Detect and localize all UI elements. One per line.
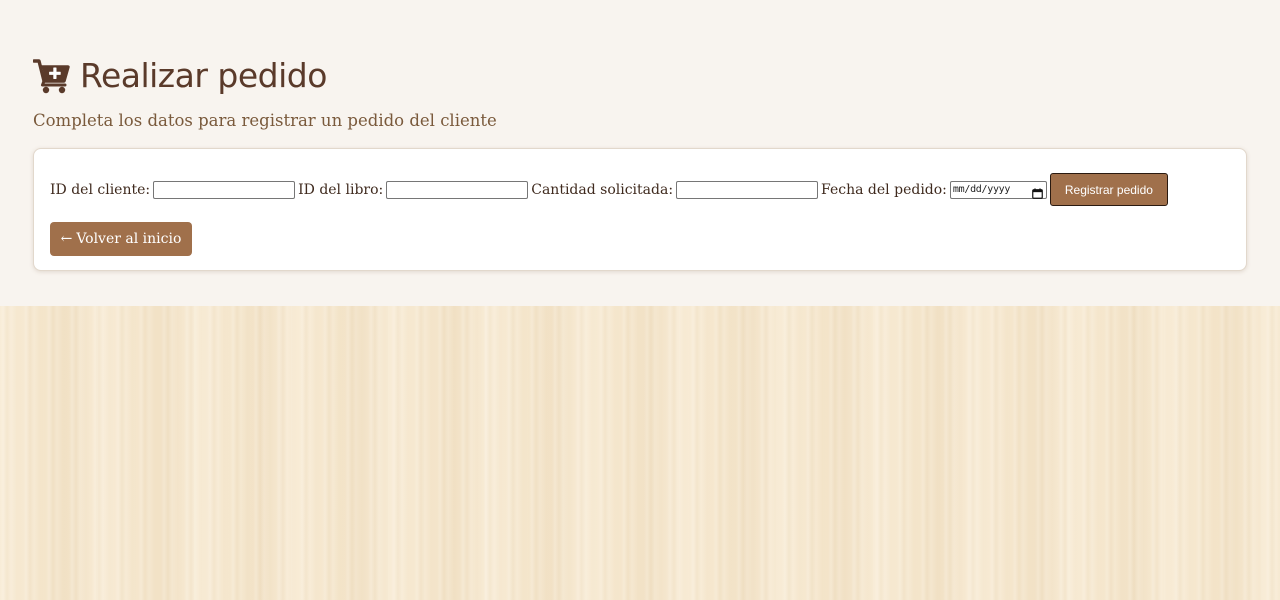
left-arrow-icon: ← xyxy=(60,231,73,247)
page-title: Realizar pedido xyxy=(80,56,327,95)
page-header: Realizar pedido xyxy=(32,56,327,96)
quantity-input[interactable] xyxy=(676,180,819,199)
page-subtitle: Completa los datos para registrar un ped… xyxy=(33,111,497,130)
book-id-input[interactable] xyxy=(386,180,529,199)
order-form-row: ID del cliente: ID del libro: Cantidad s… xyxy=(50,173,1168,206)
quantity-label: Cantidad solicitada: xyxy=(531,181,674,198)
client-id-input[interactable] xyxy=(153,180,296,199)
client-id-label: ID del cliente: xyxy=(50,181,151,198)
back-home-label: Volver al inicio xyxy=(76,231,182,247)
order-date-placeholder: mm/dd/yyyy xyxy=(952,184,1011,195)
cart-plus-icon xyxy=(32,58,71,94)
calendar-icon[interactable] xyxy=(1032,184,1043,199)
back-home-button[interactable]: ← Volver al inicio xyxy=(50,222,192,256)
register-order-button[interactable]: Registrar pedido xyxy=(1049,173,1168,206)
order-form-card: ID del cliente: ID del libro: Cantidad s… xyxy=(33,148,1247,271)
book-id-label: ID del libro: xyxy=(298,181,384,198)
order-date-input[interactable]: mm/dd/yyyy xyxy=(949,180,1047,199)
order-date-label: Fecha del pedido: xyxy=(821,181,947,198)
